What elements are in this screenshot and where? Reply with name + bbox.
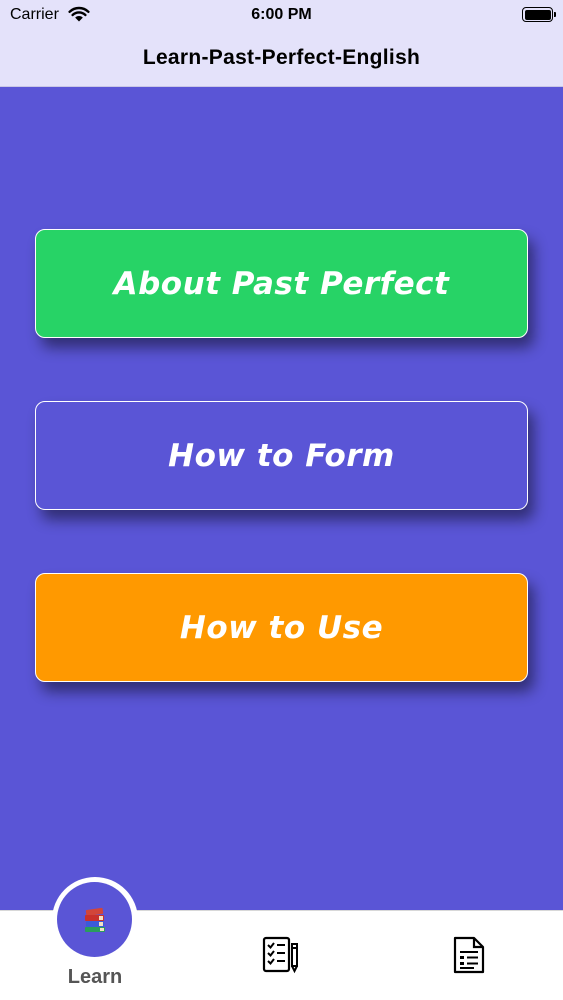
status-time: 6:00 PM	[251, 6, 312, 23]
status-bar: Carrier 6:00 PM	[0, 0, 563, 30]
how-to-form-button[interactable]: How to Form	[35, 401, 528, 510]
how-to-use-button[interactable]: How to Use	[35, 573, 528, 682]
checklist-pencil-icon[interactable]	[262, 936, 300, 974]
tab-learn[interactable]	[57, 882, 132, 957]
books-icon	[84, 907, 105, 932]
how-to-use-label: How to Use	[179, 609, 384, 646]
tab-learn-label: Learn	[67, 966, 123, 988]
battery-fill	[524, 9, 551, 20]
how-to-form-label: How to Form	[168, 437, 395, 474]
about-past-perfect-button[interactable]: About Past Perfect	[35, 229, 528, 338]
battery-icon	[522, 7, 556, 22]
nav-bar: Learn-Past-Perfect-English	[0, 30, 563, 87]
document-list-icon[interactable]	[452, 936, 486, 974]
page-title: Learn-Past-Perfect-English	[142, 46, 421, 69]
about-past-perfect-label: About Past Perfect	[113, 265, 450, 302]
